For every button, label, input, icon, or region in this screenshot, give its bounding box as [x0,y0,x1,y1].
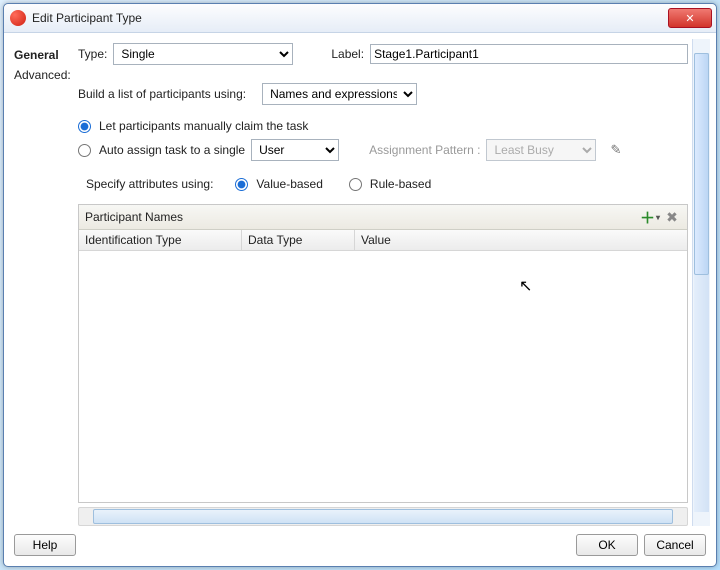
sidebar: General Advanced: [10,39,78,526]
value-based-label: Value-based [256,177,323,191]
label-input[interactable] [370,44,688,64]
scrollbar-thumb[interactable] [93,509,673,524]
horizontal-scrollbar[interactable] [78,507,688,526]
participant-names-section: Participant Names ＋▾ ✖ Identification Ty… [78,204,688,503]
build-list-select[interactable]: Names and expressions [262,83,417,105]
type-label: Type: [78,47,107,61]
column-data-type[interactable]: Data Type [242,230,355,250]
specify-attributes-label: Specify attributes using: [86,177,213,191]
cursor-icon: ↖ [519,276,532,296]
scrollbar-thumb[interactable] [694,53,709,275]
manual-claim-radio[interactable] [78,120,91,133]
assignment-pattern-select: Least Busy [486,139,596,161]
table-body[interactable]: ↖ [79,251,687,502]
add-row-button[interactable]: ＋▾ [641,208,659,226]
pencil-icon[interactable]: ✎ [610,142,621,158]
manual-claim-label: Let participants manually claim the task [99,119,308,133]
participant-names-title: Participant Names [85,210,637,224]
dialog-footer: Help OK Cancel [4,526,716,566]
assignment-pattern-label: Assignment Pattern : [369,143,480,157]
titlebar: Edit Participant Type ✕ [4,4,716,33]
rule-based-option[interactable]: Rule-based [349,177,431,191]
rule-based-label: Rule-based [370,177,431,191]
delete-row-button[interactable]: ✖ [663,208,681,226]
column-identification-type[interactable]: Identification Type [79,230,242,250]
app-icon [10,10,26,26]
column-value[interactable]: Value [355,230,687,250]
close-button[interactable]: ✕ [668,8,712,28]
delete-icon: ✖ [666,209,678,226]
plus-icon: ＋ [640,207,655,228]
value-based-radio[interactable] [235,178,248,191]
cancel-button[interactable]: Cancel [644,534,706,556]
auto-assign-label: Auto assign task to a single [99,143,245,157]
sidebar-tab-advanced[interactable]: Advanced: [10,65,78,85]
type-select[interactable]: Single [113,43,293,65]
build-list-label: Build a list of participants using: [78,87,246,101]
auto-assign-target-select[interactable]: User [251,139,339,161]
chevron-down-icon: ▾ [656,213,660,222]
value-based-option[interactable]: Value-based [235,177,323,191]
dialog-title: Edit Participant Type [32,11,668,25]
auto-assign-radio[interactable] [78,144,91,157]
table-header: Identification Type Data Type Value [79,230,687,251]
sidebar-tab-general[interactable]: General [10,45,78,65]
rule-based-radio[interactable] [349,178,362,191]
label-label: Label: [331,47,364,61]
help-button[interactable]: Help [14,534,76,556]
vertical-scrollbar[interactable] [692,39,710,526]
ok-button[interactable]: OK [576,534,638,556]
dialog-window: Edit Participant Type ✕ General Advanced… [3,3,717,567]
close-icon: ✕ [685,12,694,25]
